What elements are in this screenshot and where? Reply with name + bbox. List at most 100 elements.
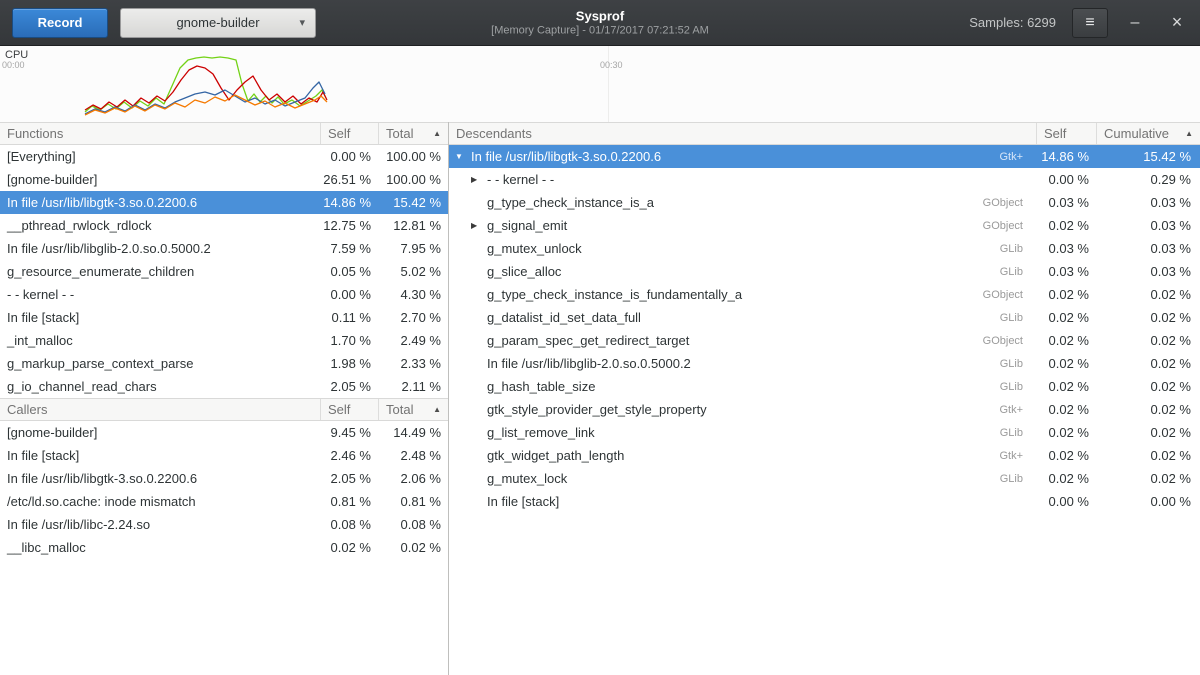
symbol-name: g_type_check_instance_is_a <box>487 195 654 210</box>
total-percent: 0.02 % <box>378 540 448 555</box>
symbol-cell: ▶g_signal_emitGObject <box>449 218 1036 233</box>
symbol-name: In file /usr/lib/libglib-2.0.so.0.5000.2 <box>487 356 691 371</box>
total-percent: 100.00 % <box>378 172 448 187</box>
table-row[interactable]: In file [stack]2.46 %2.48 % <box>0 444 448 467</box>
library-badge: GLib <box>990 358 1029 370</box>
expander-open-icon[interactable]: ▼ <box>455 152 467 161</box>
column-header-functions[interactable]: Functions <box>0 123 320 144</box>
table-row[interactable]: - - kernel - -0.00 %4.30 % <box>0 283 448 306</box>
close-button[interactable]: × <box>1164 10 1190 36</box>
table-row[interactable]: g_param_spec_get_redirect_targetGObject0… <box>449 329 1200 352</box>
symbol-name: g_resource_enumerate_children <box>0 264 320 279</box>
self-percent: 14.86 % <box>320 195 378 210</box>
menu-button[interactable]: ≡ <box>1072 8 1108 38</box>
expander-closed-icon[interactable]: ▶ <box>471 221 483 230</box>
self-percent: 2.05 % <box>320 471 378 486</box>
total-percent: 2.11 % <box>378 379 448 394</box>
column-header-self[interactable]: Self <box>320 399 378 420</box>
total-percent: 2.06 % <box>378 471 448 486</box>
profile-target-dropdown[interactable]: gnome-builder ▾ <box>120 8 316 38</box>
self-percent: 0.02 % <box>1036 379 1096 394</box>
self-percent: 0.02 % <box>1036 310 1096 325</box>
self-percent: 14.86 % <box>1036 149 1096 164</box>
table-row[interactable]: g_list_remove_linkGLib0.02 %0.02 % <box>449 421 1200 444</box>
symbol-name: In file /usr/lib/libgtk-3.so.0.2200.6 <box>0 195 320 210</box>
symbol-name: /etc/ld.so.cache: inode mismatch <box>0 494 320 509</box>
self-percent: 0.81 % <box>320 494 378 509</box>
library-badge: GLib <box>990 427 1029 439</box>
table-row[interactable]: In file /usr/lib/libgtk-3.so.0.2200.62.0… <box>0 467 448 490</box>
cumulative-percent: 0.02 % <box>1096 310 1200 325</box>
cumulative-percent: 0.02 % <box>1096 333 1200 348</box>
table-row[interactable]: /etc/ld.so.cache: inode mismatch0.81 %0.… <box>0 490 448 513</box>
table-row[interactable]: g_datalist_id_set_data_fullGLib0.02 %0.0… <box>449 306 1200 329</box>
cumulative-percent: 0.03 % <box>1096 241 1200 256</box>
symbol-name: g_markup_parse_context_parse <box>0 356 320 371</box>
table-row[interactable]: [gnome-builder]26.51 %100.00 % <box>0 168 448 191</box>
table-row[interactable]: g_io_channel_read_chars2.05 %2.11 % <box>0 375 448 398</box>
self-percent: 0.02 % <box>1036 425 1096 440</box>
cumulative-percent: 0.02 % <box>1096 287 1200 302</box>
column-header-descendants[interactable]: Descendants <box>449 123 1036 144</box>
table-row[interactable]: g_markup_parse_context_parse1.98 %2.33 % <box>0 352 448 375</box>
table-row[interactable]: g_hash_table_sizeGLib0.02 %0.02 % <box>449 375 1200 398</box>
library-badge: Gtk+ <box>989 404 1029 416</box>
total-percent: 5.02 % <box>378 264 448 279</box>
table-row[interactable]: g_resource_enumerate_children0.05 %5.02 … <box>0 260 448 283</box>
expander-closed-icon[interactable]: ▶ <box>471 175 483 184</box>
table-row[interactable]: In file [stack]0.00 %0.00 % <box>449 490 1200 513</box>
symbol-name: gtk_widget_path_length <box>487 448 624 463</box>
table-row[interactable]: __libc_malloc0.02 %0.02 % <box>0 536 448 559</box>
cumulative-percent: 0.29 % <box>1096 172 1200 187</box>
symbol-cell: g_type_check_instance_is_fundamentally_a… <box>449 287 1036 302</box>
table-row[interactable]: In file [stack]0.11 %2.70 % <box>0 306 448 329</box>
timeline-start-label: 00:00 <box>2 60 25 70</box>
table-row[interactable]: gtk_style_provider_get_style_property Gtk… <box>449 398 1200 421</box>
window-subtitle: [Memory Capture] - 01/17/2017 07:21:52 A… <box>491 24 709 37</box>
table-row[interactable]: In file /usr/lib/libc-2.24.so0.08 %0.08 … <box>0 513 448 536</box>
symbol-name: g_mutex_lock <box>487 471 567 486</box>
symbol-cell: g_list_remove_linkGLib <box>449 425 1036 440</box>
table-row[interactable]: ▶- - kernel - -0.00 %0.29 % <box>449 168 1200 191</box>
table-row[interactable]: g_mutex_lockGLib0.02 %0.02 % <box>449 467 1200 490</box>
column-header-total-label: Total <box>386 402 413 417</box>
symbol-name: g_mutex_unlock <box>487 241 582 256</box>
column-header-self[interactable]: Self <box>320 123 378 144</box>
table-row[interactable]: [Everything]0.00 %100.00 % <box>0 145 448 168</box>
profile-target-label: gnome-builder <box>176 15 259 30</box>
symbol-cell: g_slice_allocGLib <box>449 264 1036 279</box>
minimize-button[interactable]: – <box>1122 10 1148 36</box>
cumulative-percent: 0.02 % <box>1096 356 1200 371</box>
column-header-cumulative[interactable]: Cumulative ▲ <box>1096 123 1200 144</box>
table-row[interactable]: _int_malloc1.70 %2.49 % <box>0 329 448 352</box>
cumulative-percent: 0.02 % <box>1096 471 1200 486</box>
table-row[interactable]: g_type_check_instance_is_fundamentally_a… <box>449 283 1200 306</box>
table-row[interactable]: g_mutex_unlockGLib0.03 %0.03 % <box>449 237 1200 260</box>
record-button[interactable]: Record <box>12 8 108 38</box>
left-panel-empty-space <box>0 559 448 675</box>
library-badge: GLib <box>990 381 1029 393</box>
table-row[interactable]: g_slice_allocGLib0.03 %0.03 % <box>449 260 1200 283</box>
symbol-name: gtk_style_provider_get_style_property <box>487 402 707 417</box>
table-row[interactable]: In file /usr/lib/libglib-2.0.so.0.5000.2… <box>449 352 1200 375</box>
table-row[interactable]: g_type_check_instance_is_aGObject0.03 %0… <box>449 191 1200 214</box>
table-row[interactable]: In file /usr/lib/libgtk-3.so.0.2200.614.… <box>0 191 448 214</box>
table-row[interactable]: ▼In file /usr/lib/libgtk-3.so.0.2200.6Gt… <box>449 145 1200 168</box>
column-header-total[interactable]: Total ▲ <box>378 123 448 144</box>
symbol-name: In file [stack] <box>487 494 559 509</box>
table-row[interactable]: ▶g_signal_emitGObject0.02 %0.03 % <box>449 214 1200 237</box>
table-row[interactable]: __pthread_rwlock_rdlock12.75 %12.81 % <box>0 214 448 237</box>
cpu-graph-area[interactable]: CPU 00:00 00:30 <box>0 46 1200 122</box>
symbol-name: In file /usr/lib/libc-2.24.so <box>0 517 320 532</box>
column-header-callers[interactable]: Callers <box>0 399 320 420</box>
headerbar: Record gnome-builder ▾ Sysprof [Memory C… <box>0 0 1200 46</box>
table-row[interactable]: [gnome-builder]9.45 %14.49 % <box>0 421 448 444</box>
self-percent: 9.45 % <box>320 425 378 440</box>
table-row[interactable]: In file /usr/lib/libglib-2.0.so.0.5000.2… <box>0 237 448 260</box>
table-row[interactable]: gtk_widget_path_lengthGtk+0.02 %0.02 % <box>449 444 1200 467</box>
column-header-self[interactable]: Self <box>1036 123 1096 144</box>
symbol-name: __libc_malloc <box>0 540 320 555</box>
column-header-total[interactable]: Total ▲ <box>378 399 448 420</box>
self-percent: 0.02 % <box>1036 402 1096 417</box>
self-percent: 0.03 % <box>1036 264 1096 279</box>
